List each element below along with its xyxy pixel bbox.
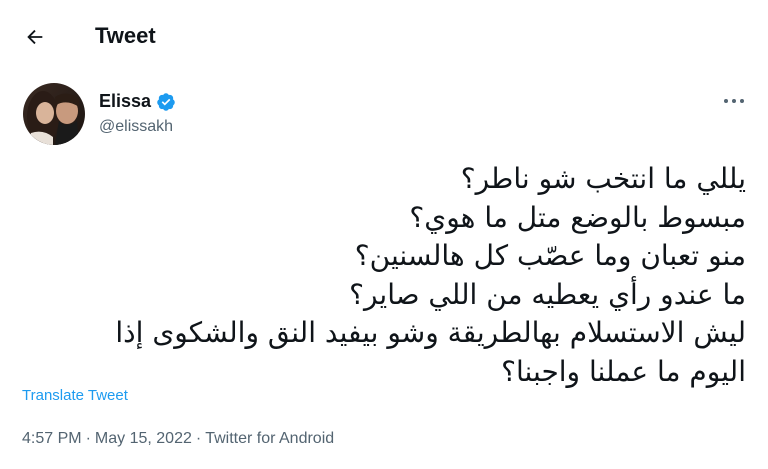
more-button[interactable] bbox=[714, 88, 754, 114]
back-button[interactable] bbox=[18, 20, 52, 54]
author-name-row[interactable]: Elissa bbox=[99, 91, 176, 112]
tweet-line: ما عندو رأي يعطيه من اللي صاير؟ bbox=[349, 277, 746, 311]
translate-tweet-link[interactable]: Translate Tweet bbox=[22, 387, 128, 404]
author-handle[interactable]: @elissakh bbox=[99, 118, 173, 136]
tweet-metadata: 4:57 PM · May 15, 2022 · Twitter for Android bbox=[22, 430, 334, 448]
author-display-name[interactable]: Elissa bbox=[99, 91, 151, 112]
tweet-time[interactable]: 4:57 PM bbox=[22, 430, 82, 447]
meta-separator: · bbox=[195, 430, 202, 447]
tweet-page: Tweet Elissa @elissakh يللي ما انتخب شو … bbox=[0, 0, 768, 469]
avatar-image bbox=[23, 83, 85, 145]
page-title: Tweet bbox=[95, 23, 156, 48]
tweet-line: اليوم ما عملنا واجبنا؟ bbox=[501, 354, 746, 388]
tweet-line: منو تعبان وما عصّب كل هالسنين؟ bbox=[354, 239, 746, 272]
more-horizontal-icon bbox=[724, 99, 744, 103]
tweet-line: مبسوط بالوضع متل ما هوي؟ bbox=[409, 200, 746, 234]
verified-badge-icon bbox=[157, 92, 175, 111]
arrow-left-icon bbox=[27, 29, 43, 45]
tweet-text: يللي ما انتخب شو ناطر؟ مبسوط بالوضع متل … bbox=[115, 160, 746, 391]
tweet-source[interactable]: Twitter for Android bbox=[205, 430, 334, 447]
tweet-line: يللي ما انتخب شو ناطر؟ bbox=[460, 162, 746, 195]
tweet-line: ليش الاستسلام بهالطريقة وشو بيفيد النق و… bbox=[115, 316, 746, 349]
meta-separator: · bbox=[85, 430, 91, 447]
avatar[interactable] bbox=[23, 83, 85, 145]
tweet-date[interactable]: May 15, 2022 bbox=[95, 430, 192, 447]
header: Tweet bbox=[0, 0, 768, 72]
